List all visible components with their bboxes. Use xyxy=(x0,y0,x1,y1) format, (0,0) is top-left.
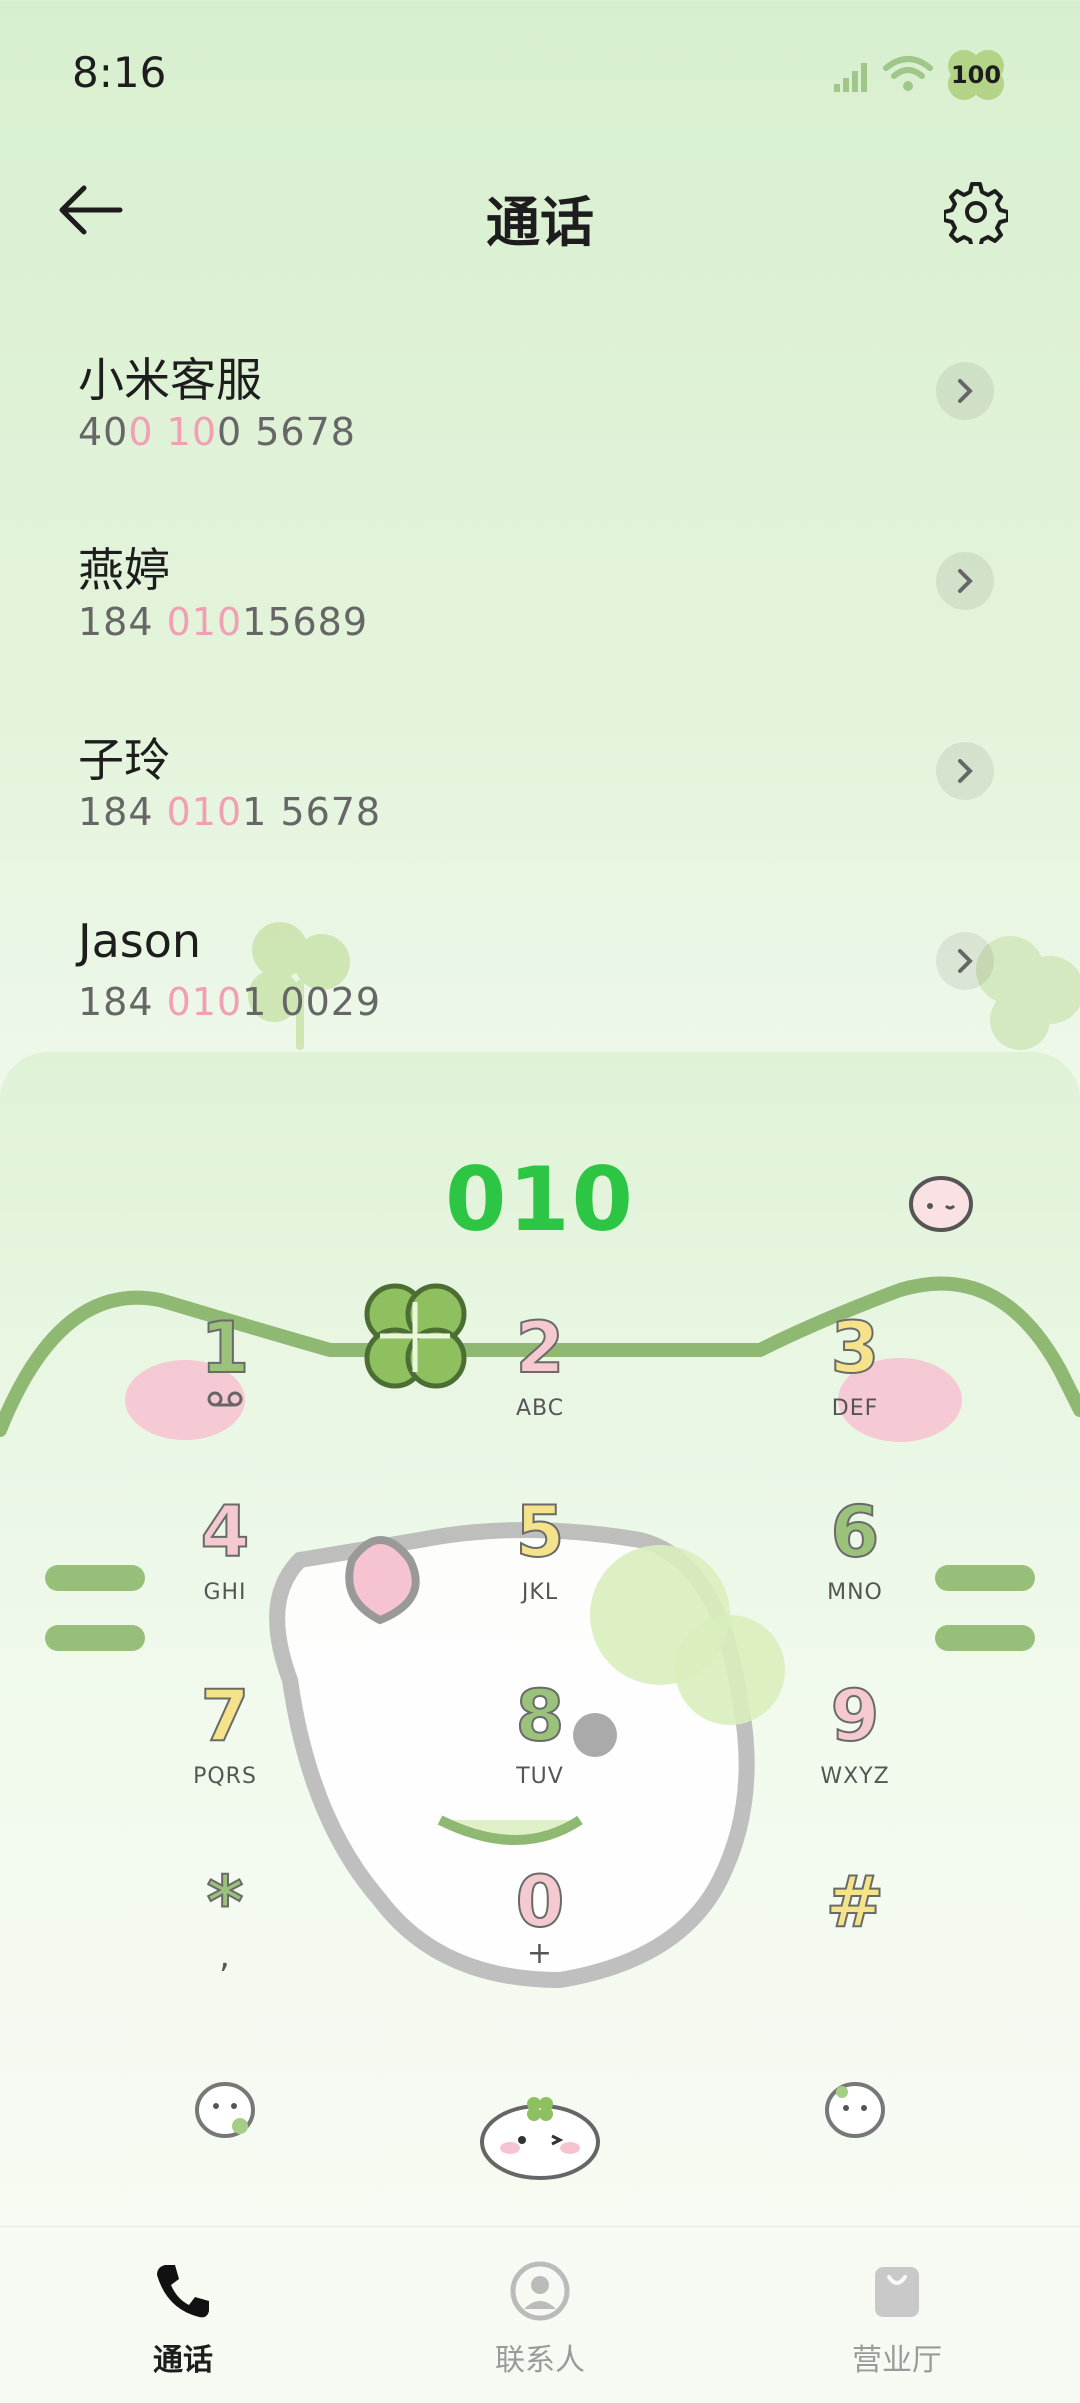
key-0[interactable]: 0 + xyxy=(415,1861,665,2012)
contact-detail-button[interactable] xyxy=(936,742,994,800)
dial-call-button[interactable] xyxy=(478,2090,602,2180)
list-item[interactable]: 小米客服 400 100 5678 xyxy=(0,322,1080,512)
tab-label: 营业厅 xyxy=(852,2343,942,2378)
key-1[interactable]: 1 xyxy=(100,1307,350,1458)
battery-indicator: 100 xyxy=(946,48,1006,102)
chevron-right-icon xyxy=(958,949,973,973)
tab-contacts[interactable]: 联系人 xyxy=(390,2227,690,2403)
settings-gear-icon[interactable] xyxy=(944,180,1008,244)
contact-name: 子玲 xyxy=(78,733,170,787)
tab-service-hall[interactable]: 营业厅 xyxy=(747,2227,1047,2403)
key-6[interactable]: 6 MNO xyxy=(730,1491,980,1642)
cat-sticker-icon[interactable] xyxy=(190,2076,260,2140)
cat-sticker-icon[interactable] xyxy=(820,2076,890,2140)
chevron-right-icon xyxy=(958,759,973,783)
key-hash[interactable]: # xyxy=(730,1861,980,2012)
contact-detail-button[interactable] xyxy=(936,552,994,610)
tab-calls[interactable]: 通话 xyxy=(33,2227,333,2403)
phone-icon xyxy=(157,2265,209,2318)
status-time: 8:16 xyxy=(72,48,167,97)
tab-label: 联系人 xyxy=(495,2343,585,2378)
key-3[interactable]: 3 DEF xyxy=(730,1307,980,1458)
key-4[interactable]: 4 GHI xyxy=(100,1491,350,1642)
tab-label: 通话 xyxy=(153,2343,213,2378)
contact-number: 400 100 5678 xyxy=(78,410,356,454)
person-icon xyxy=(510,2261,570,2321)
chevron-right-icon xyxy=(958,379,973,403)
contact-detail-button[interactable] xyxy=(936,932,994,990)
key-9[interactable]: 9 WXYZ xyxy=(730,1675,980,1826)
list-item[interactable]: 燕婷 184 01015689 xyxy=(0,512,1080,702)
contact-name: 小米客服 xyxy=(78,353,262,407)
chevron-right-icon xyxy=(958,569,973,593)
key-5[interactable]: 5 JKL xyxy=(415,1491,665,1642)
key-2[interactable]: 2 ABC xyxy=(415,1307,665,1458)
contact-detail-button[interactable] xyxy=(936,362,994,420)
list-item[interactable]: 子玲 184 0101 5678 xyxy=(0,702,1080,892)
contact-number: 184 0101 0029 xyxy=(78,980,382,1024)
contact-number: 184 0101 5678 xyxy=(78,790,382,834)
key-7[interactable]: 7 PQRS xyxy=(100,1675,350,1826)
contact-number: 184 01015689 xyxy=(78,600,369,644)
voicemail-icon xyxy=(207,1391,243,1407)
page-title: 通话 xyxy=(486,191,594,254)
key-star[interactable]: *, xyxy=(100,1861,350,2012)
key-8[interactable]: 8 TUV xyxy=(415,1675,665,1826)
cat-face-icon[interactable] xyxy=(906,1172,976,1234)
bottom-tab-bar: 通话 联系人 营业厅 xyxy=(0,2226,1080,2403)
contact-name: Jason xyxy=(78,914,202,968)
wifi-icon xyxy=(883,56,933,91)
battery-level: 100 xyxy=(950,61,1002,89)
contact-name: 燕婷 xyxy=(78,543,170,597)
bag-icon xyxy=(875,2267,919,2317)
signal-icon xyxy=(834,63,867,92)
